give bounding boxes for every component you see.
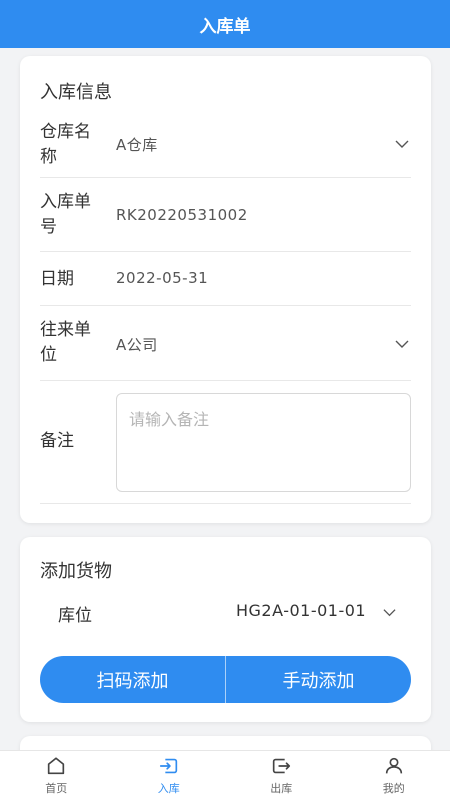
tab-inbound[interactable]: 入库 bbox=[113, 751, 226, 800]
order-number-row: 入库单号 RK20220531002 bbox=[40, 178, 411, 252]
location-select[interactable]: HG2A-01-01-01 bbox=[236, 601, 396, 627]
bottom-tab-bar: 首页 入库 出库 我的 bbox=[0, 750, 450, 800]
manual-add-button[interactable]: 手动添加 bbox=[226, 656, 411, 703]
tab-home[interactable]: 首页 bbox=[0, 751, 113, 800]
tab-inbound-label: 入库 bbox=[157, 782, 180, 795]
warehouse-value: A仓库 bbox=[116, 136, 158, 154]
partner-label: 往来单位 bbox=[40, 320, 91, 365]
location-label: 库位 bbox=[58, 606, 92, 626]
add-goods-buttons: 扫码添加 手动添加 bbox=[40, 656, 411, 703]
tab-profile-label: 我的 bbox=[382, 782, 405, 795]
add-goods-title: 添加货物 bbox=[40, 561, 112, 582]
remark-input[interactable] bbox=[116, 393, 411, 492]
add-goods-card: 添加货物 库位 HG2A-01-01-01 扫码添加 手动添加 bbox=[20, 537, 431, 722]
tab-outbound-label: 出库 bbox=[270, 782, 293, 795]
partner-select[interactable]: 往来单位 A公司 bbox=[40, 306, 411, 381]
chevron-down-icon bbox=[395, 140, 409, 148]
order-number-label: 入库单号 bbox=[40, 192, 91, 237]
partner-value: A公司 bbox=[116, 336, 158, 354]
page-header: 入库单 bbox=[0, 0, 450, 48]
inbound-info-card: 入库信息 仓库名称 A仓库 入库单号 RK20220531002 日期 2022… bbox=[20, 56, 431, 523]
scan-add-button[interactable]: 扫码添加 bbox=[40, 656, 225, 703]
page-title: 入库单 bbox=[199, 16, 251, 37]
warehouse-label: 仓库名称 bbox=[40, 122, 91, 167]
tab-profile[interactable]: 我的 bbox=[338, 751, 450, 800]
tab-outbound[interactable]: 出库 bbox=[225, 751, 338, 800]
inbound-icon bbox=[159, 758, 177, 774]
date-label: 日期 bbox=[40, 269, 74, 289]
warehouse-select[interactable]: 仓库名称 A仓库 bbox=[40, 112, 411, 178]
chevron-down-icon bbox=[383, 609, 396, 617]
date-field[interactable]: 日期 2022-05-31 bbox=[40, 252, 411, 306]
tab-home-label: 首页 bbox=[45, 782, 68, 795]
location-value: HG2A-01-01-01 bbox=[236, 601, 367, 620]
date-value: 2022-05-31 bbox=[116, 269, 209, 287]
outbound-icon bbox=[273, 758, 291, 774]
remark-label: 备注 bbox=[40, 431, 74, 451]
profile-icon bbox=[385, 757, 402, 774]
home-icon bbox=[48, 757, 65, 775]
inbound-info-title: 入库信息 bbox=[40, 82, 112, 103]
chevron-down-icon bbox=[395, 340, 409, 348]
order-number-value: RK20220531002 bbox=[116, 206, 248, 224]
